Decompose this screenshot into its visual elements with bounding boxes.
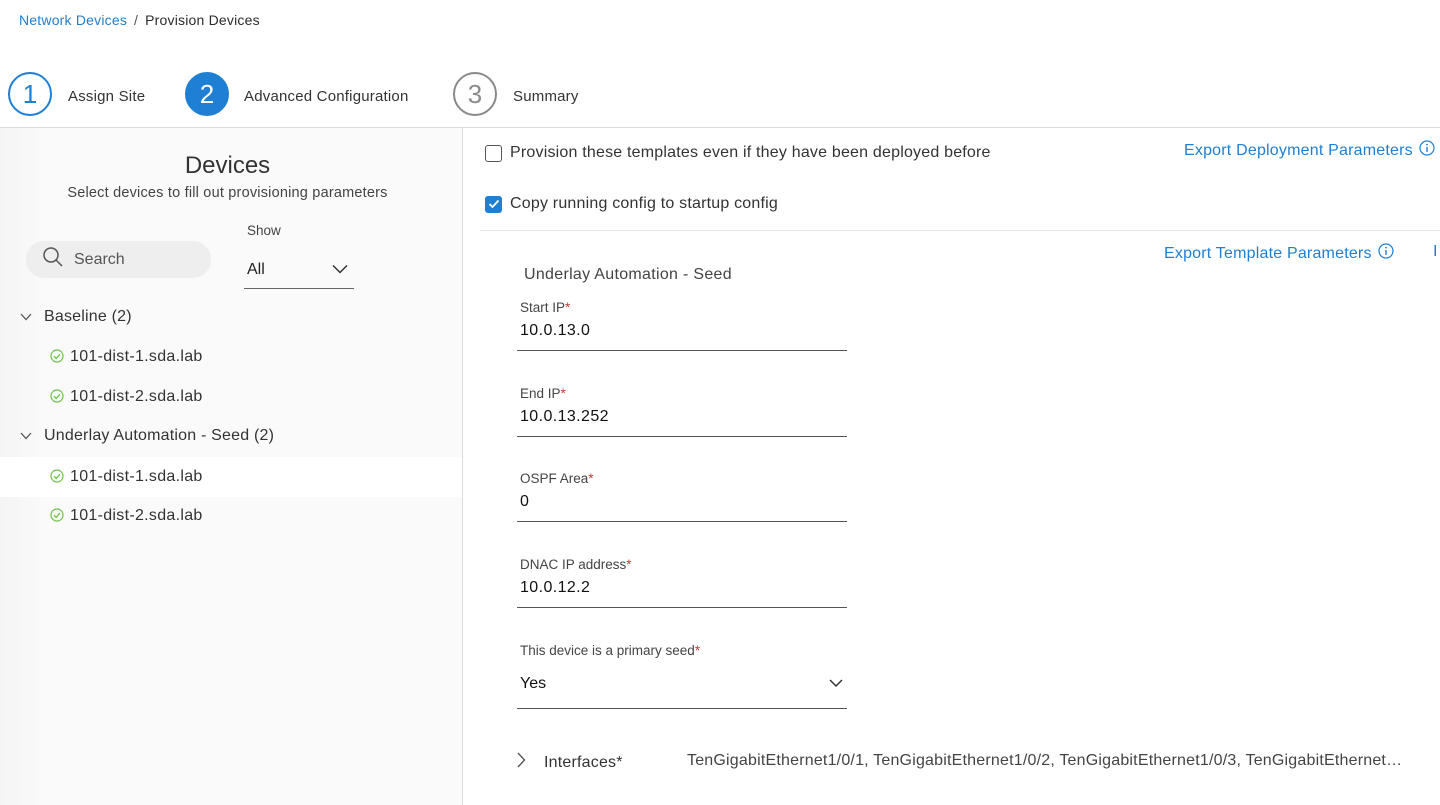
configuration-panel: Provision these templates even if they h… [464,128,1440,805]
device-name: 101-dist-2.sda.lab [70,507,203,524]
chevron-right-icon[interactable] [516,752,526,773]
step-advanced-configuration[interactable]: 2 Advanced Configuration [185,72,409,116]
section-divider [480,230,1440,231]
step-2-label: Advanced Configuration [244,87,409,105]
device-search [26,241,211,278]
interfaces-row[interactable]: Interfaces* TenGigabitEthernet1/0/1, Ten… [516,752,1416,773]
chevron-down-icon [20,427,32,445]
show-filter-select[interactable]: All [244,252,354,289]
success-check-icon [50,388,64,408]
provision-templates-option[interactable]: Provision these templates even if they h… [485,144,991,162]
breadcrumb: Network Devices / Provision Devices [19,12,260,28]
checkmark-icon [488,199,499,209]
dnac-ip-label: DNAC IP address* [520,557,632,572]
success-check-icon [50,507,64,527]
copy-running-config-label: Copy running config to startup config [510,195,779,212]
breadcrumb-current: Provision Devices [145,12,260,28]
export-deployment-label: Export Deployment Parameters [1184,141,1413,159]
devices-subtitle: Select devices to fill out provisioning … [67,185,388,201]
dnac-ip-input[interactable]: 10.0.12.2 [517,579,847,608]
tree-item-device[interactable]: 101-dist-1.sda.lab [0,337,462,377]
copy-running-config-option[interactable]: Copy running config to startup config [485,195,778,213]
ospf-area-input[interactable]: 0 [517,493,847,522]
copy-running-config-checkbox[interactable] [485,195,502,213]
interfaces-value: TenGigabitEthernet1/0/1, TenGigabitEther… [687,751,1407,769]
primary-seed-field: This device is a primary seed* Yes [517,643,847,709]
tree-item-device[interactable]: 101-dist-2.sda.lab [0,496,462,536]
ospf-area-field: OSPF Area* 0 [517,471,847,522]
show-label: Show [247,223,281,238]
ospf-area-label: OSPF Area* [520,471,594,486]
step-3-label: Summary [513,87,579,105]
tree-group-baseline[interactable]: Baseline (2) [20,308,132,326]
tree-group-label: Baseline (2) [44,308,132,325]
start-ip-field: Start IP* 10.0.13.0 [517,300,847,351]
step-2-circle: 2 [185,72,229,116]
tree-item-device-selected[interactable]: 101-dist-1.sda.lab [0,457,462,497]
template-section-title: Underlay Automation - Seed [524,266,732,283]
search-icon [42,246,64,273]
provision-templates-label: Provision these templates even if they h… [510,144,991,161]
step-assign-site[interactable]: 1 Assign Site [8,72,145,116]
export-template-label: Export Template Parameters [1164,244,1372,262]
success-check-icon [50,348,64,368]
step-summary[interactable]: 3 Summary [453,72,579,116]
dnac-ip-field: DNAC IP address* 10.0.12.2 [517,557,847,608]
primary-seed-label: This device is a primary seed* [520,643,701,658]
info-icon [1413,140,1435,161]
step-1-label: Assign Site [68,87,146,105]
provision-templates-checkbox[interactable] [485,144,502,162]
end-ip-input[interactable]: 10.0.13.252 [517,408,847,437]
step-3-circle: 3 [453,72,497,116]
device-name: 101-dist-1.sda.lab [70,468,203,485]
export-template-parameters-link[interactable]: Export Template Parameters [1164,243,1394,264]
show-filter-value: All [247,261,265,278]
chevron-down-icon [332,261,348,279]
devices-panel: Devices Select devices to fill out provi… [0,128,463,805]
step-1-circle: 1 [8,72,52,116]
primary-seed-select[interactable]: Yes [517,671,847,709]
start-ip-label: Start IP* [520,300,571,315]
search-input[interactable] [74,250,194,269]
end-ip-label: End IP* [520,386,566,401]
success-check-icon [50,468,64,488]
breadcrumb-network-devices[interactable]: Network Devices [19,12,127,28]
info-icon [1372,243,1394,264]
devices-title: Devices [184,152,271,179]
device-name: 101-dist-2.sda.lab [70,388,203,405]
tree-group-label: Underlay Automation - Seed (2) [44,427,275,444]
export-deployment-parameters-link[interactable]: Export Deployment Parameters [1184,140,1435,161]
tree-group-underlay-automation-seed[interactable]: Underlay Automation - Seed (2) [20,427,274,445]
truncated-link[interactable]: I [1433,243,1438,261]
chevron-down-icon [829,675,843,693]
primary-seed-value: Yes [520,675,547,692]
tree-item-device[interactable]: 101-dist-2.sda.lab [0,377,462,417]
chevron-down-icon [20,308,32,326]
breadcrumb-separator: / [134,12,139,28]
device-name: 101-dist-1.sda.lab [70,348,203,365]
end-ip-field: End IP* 10.0.13.252 [517,386,847,437]
start-ip-input[interactable]: 10.0.13.0 [517,322,847,351]
interfaces-label: Interfaces* [544,753,623,771]
